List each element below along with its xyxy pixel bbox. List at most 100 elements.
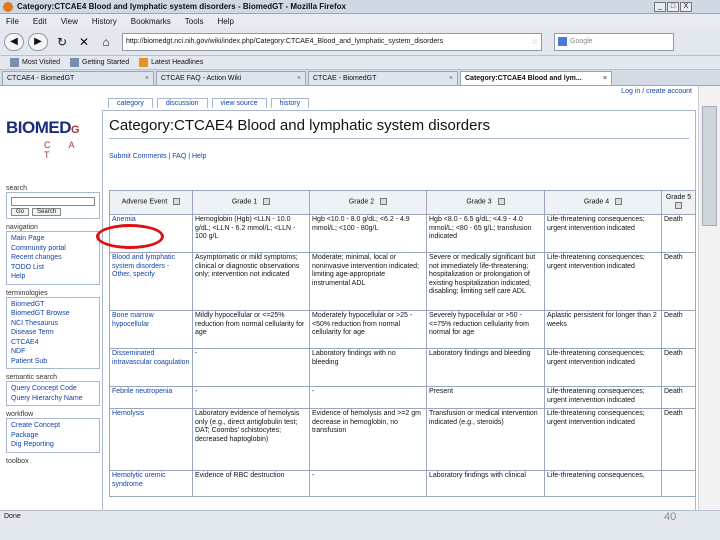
menu-file[interactable]: File <box>0 17 27 26</box>
menu-edit[interactable]: Edit <box>27 17 55 26</box>
sort-icon[interactable] <box>675 202 682 210</box>
menu-tools[interactable]: Tools <box>179 17 212 26</box>
sidebar-search-input[interactable] <box>11 197 95 206</box>
search-box[interactable]: Google <box>554 32 674 51</box>
sidebar-item-patient-sub[interactable]: Patient Sub <box>11 357 95 367</box>
sidebar-item-main-page[interactable]: Main Page <box>11 234 95 244</box>
table-cell: Death <box>661 214 696 253</box>
close-tab-icon[interactable]: × <box>141 75 149 82</box>
adverse-event-link[interactable]: Bone marrow hypocellular <box>109 310 193 349</box>
status-bar: Done 40 <box>0 510 720 540</box>
bookmark-item[interactable]: Most Visited <box>10 58 60 67</box>
menu-bookmarks[interactable]: Bookmarks <box>125 17 179 26</box>
tab-ctcae[interactable]: CTCAE - BiomedGT × <box>308 71 458 85</box>
sidebar-item-biomedgt-browse[interactable]: BiomedGT Browse <box>11 309 95 319</box>
sidebar-item-dig-reporting[interactable]: Dig Reporting <box>11 440 95 450</box>
tab-ctcae4[interactable]: CTCAE4 - BiomedGT × <box>2 71 154 85</box>
sidebar-item-package[interactable]: Package <box>11 431 95 441</box>
search-button[interactable]: Search <box>32 208 62 216</box>
sort-icon[interactable] <box>173 198 181 206</box>
navigation-panel: Main Page Community portal Recent change… <box>6 231 100 285</box>
sidebar-item-help[interactable]: Help <box>11 272 95 282</box>
bookmark-item[interactable]: Latest Headlines <box>139 58 203 67</box>
minimize-button[interactable]: _ <box>654 1 666 12</box>
sidebar-item-query-hierarchy-name[interactable]: Query Hierarchy Name <box>11 394 95 404</box>
window-title: Category:CTCAE4 Blood and lymphatic syst… <box>17 2 346 11</box>
tab-ctcae-faq[interactable]: CTCAE FAQ - Action Wiki × <box>156 71 306 85</box>
table-cell: Life-threatening consequences; urgent in… <box>544 386 662 409</box>
close-tab-icon[interactable]: × <box>293 75 301 82</box>
sidebar-item-biomedgt[interactable]: BiomedGT <box>11 300 95 310</box>
adverse-event-link[interactable]: Febrile neutropenia <box>109 386 193 409</box>
menu-history[interactable]: History <box>86 17 125 26</box>
close-tab-icon[interactable]: × <box>599 75 607 82</box>
sidebar-item-disease-term[interactable]: Disease Term <box>11 328 95 338</box>
sidebar-item-nci-thesaurus[interactable]: NCI Thesaurus <box>11 319 95 329</box>
sidebar-item-todo-list[interactable]: TODO List <box>11 263 95 273</box>
tab-category[interactable]: category <box>108 98 153 108</box>
tab-discussion[interactable]: discussion <box>156 98 208 108</box>
biomedgt-logo[interactable]: BIOMEDG C A T <box>6 110 96 176</box>
maximize-button[interactable]: □ <box>667 1 679 12</box>
table-cell: Life-threatening consequences; urgent in… <box>544 348 662 387</box>
sort-icon[interactable] <box>497 198 505 206</box>
tab-category-active[interactable]: Category:CTCAE4 Blood and lym... × <box>460 71 612 85</box>
scrollbar-thumb[interactable] <box>702 106 717 226</box>
reload-icon[interactable]: ↻ <box>54 35 70 49</box>
tab-history[interactable]: history <box>270 98 310 108</box>
table-cell: Mildly hypocellular or <=25% reduction f… <box>192 310 310 349</box>
sidebar-item-recent-changes[interactable]: Recent changes <box>11 253 95 263</box>
sidebar-item-ctcae4[interactable]: CTCAE4 <box>11 338 95 348</box>
back-icon[interactable]: ◀ <box>4 32 24 51</box>
sort-icon[interactable] <box>380 198 388 206</box>
sub-links[interactable]: Submit Comments | FAQ | Help <box>109 153 206 160</box>
column-header[interactable]: Grade 1 <box>192 190 310 215</box>
ctcae-grade-table: Adverse Event Grade 1 Grade 2 Grade 3 Gr… <box>109 190 696 497</box>
table-cell: - <box>192 386 310 409</box>
bookmark-star-icon[interactable]: ☆ <box>532 38 538 46</box>
menu-help[interactable]: Help <box>211 17 241 26</box>
table-cell: Hgb <8.0 - 6.5 g/dL; <4.9 - 4.0 mmol/L; … <box>426 214 545 253</box>
logo-text: BIOMEDG <box>6 118 80 137</box>
vertical-scrollbar[interactable] <box>698 86 720 510</box>
url-text: http://biomedgt.nci.nih.gov/wiki/index.p… <box>126 38 444 45</box>
login-link[interactable]: Log in / create account <box>621 88 692 95</box>
home-icon[interactable]: ⌂ <box>98 35 114 49</box>
status-text: Done <box>4 513 21 520</box>
close-tab-icon[interactable]: × <box>445 75 453 82</box>
sidebar-item-create-concept[interactable]: Create Concept <box>11 421 95 431</box>
google-icon <box>558 37 567 46</box>
adverse-event-link[interactable]: Disseminated intravascular coagulation <box>109 348 193 387</box>
sidebar-item-query-concept-code[interactable]: Query Concept Code <box>11 384 95 394</box>
column-header[interactable]: Grade 5 <box>661 190 696 215</box>
sidebar: search Go Search navigation Main Page Co… <box>0 180 100 465</box>
sidebar-item-ndf[interactable]: NDF <box>11 347 95 357</box>
adverse-event-link[interactable]: Hemolytic uremic syndrome <box>109 470 193 497</box>
sort-icon[interactable] <box>615 198 623 206</box>
forward-icon[interactable]: ▶ <box>28 32 48 51</box>
sidebar-item-community-portal[interactable]: Community portal <box>11 244 95 254</box>
url-bar[interactable]: http://biomedgt.nci.nih.gov/wiki/index.p… <box>122 32 542 51</box>
table-cell: Hemoglobin (Hgb) <LLN - 10.0 g/dL; <LLN … <box>192 214 310 253</box>
go-button[interactable]: Go <box>11 208 30 216</box>
menu-view[interactable]: View <box>55 17 86 26</box>
table-row: Febrile neutropenia - - Present Life-thr… <box>109 386 696 409</box>
adverse-event-link[interactable]: Blood and lymphatic system disorders - O… <box>109 252 193 311</box>
table-cell: Life-threatening consequences; urgent in… <box>544 214 662 253</box>
table-cell: Laboratory findings with no bleeding <box>309 348 427 387</box>
adverse-event-link[interactable]: Hemolysis <box>109 408 193 471</box>
stop-icon[interactable]: ✕ <box>76 35 92 49</box>
table-cell: Evidence of RBC destruction <box>192 470 310 497</box>
sort-icon[interactable] <box>263 198 271 206</box>
navigation-toolbar: ◀ ▶ ↻ ✕ ⌂ http://biomedgt.nci.nih.gov/wi… <box>0 28 720 56</box>
column-header[interactable]: Adverse Event <box>109 190 193 215</box>
close-button[interactable]: X <box>680 1 692 12</box>
tab-view-source[interactable]: view source <box>211 98 267 108</box>
column-header[interactable]: Grade 3 <box>426 190 545 215</box>
table-cell: - <box>309 386 427 409</box>
column-header[interactable]: Grade 4 <box>544 190 662 215</box>
table-cell: Laboratory findings with clinical <box>426 470 545 497</box>
bookmark-item[interactable]: Getting Started <box>70 58 129 67</box>
table-cell: Present <box>426 386 545 409</box>
column-header[interactable]: Grade 2 <box>309 190 427 215</box>
